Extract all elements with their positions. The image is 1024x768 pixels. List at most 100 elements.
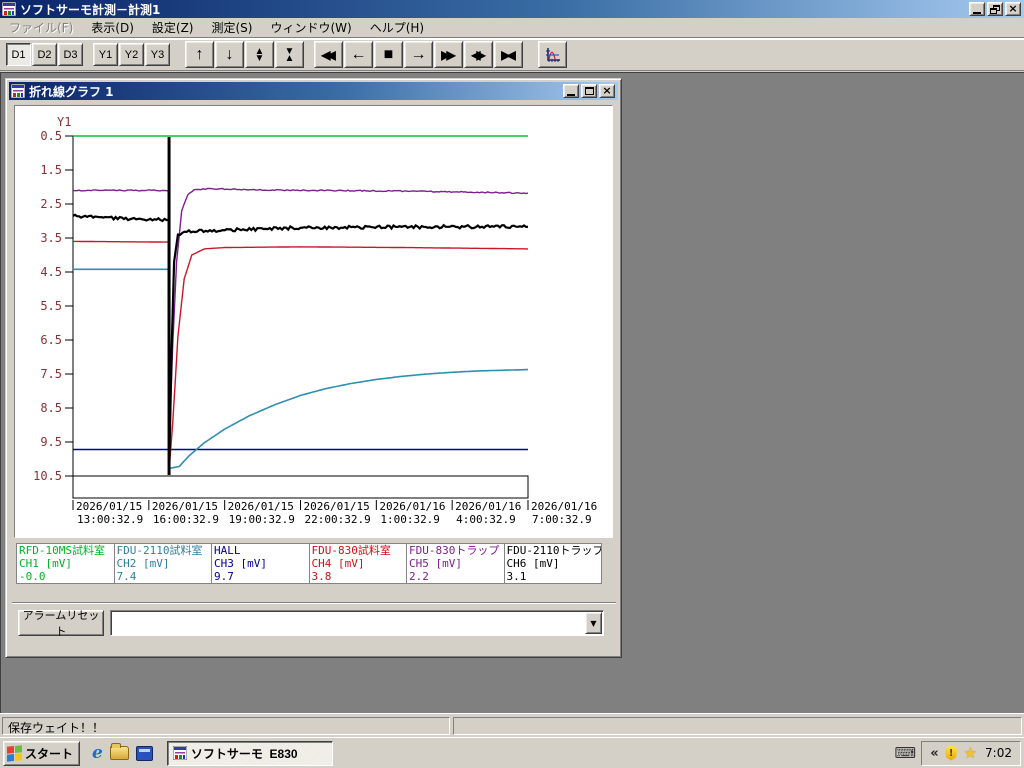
stop-icon: ■ [383,45,394,63]
menu-window[interactable]: ウィンドウ(W) [261,17,360,38]
combobox-dropdown-button[interactable]: ▼ [585,612,602,634]
svg-text:2026/01/15: 2026/01/15 [228,500,294,513]
channel-name: HALL [214,544,241,557]
taskbar: スタート e ソフトサーモ E830 ⌨ « ! ★ 7:02 [0,737,1024,768]
svg-text:8.5: 8.5 [40,401,62,415]
scroll-down-button[interactable]: ↓ [215,41,244,68]
right-arrow-icon: → [410,45,427,63]
toolbar: D1 D2 D3 Y1 Y2 Y3 ↑ ↓ ▲ ▼ ▼ ▲ ◀◀ ← ■ → ▶▶ … [0,39,1024,71]
expand-y-icon: ▲ ▼ [254,45,265,64]
toolbar-y3-button[interactable]: Y3 [145,43,170,66]
star-icon[interactable]: ★ [964,744,977,762]
task-app-icon [172,746,187,760]
svg-text:4.5: 4.5 [40,265,62,279]
channel-value: 2.2 [409,570,429,583]
menu-settings[interactable]: 設定(Z) [143,17,203,38]
statusbar: 保存ウェイト！！ [0,713,1024,737]
show-desktop-icon[interactable] [109,743,129,760]
svg-text:19:00:32.9: 19:00:32.9 [229,513,295,526]
zoom-in-x-button[interactable]: ▶◀ [494,41,523,68]
menu-file[interactable]: ファイル(F) [0,17,82,38]
restore-button[interactable] [987,2,1003,16]
compress-y-button[interactable]: ▼ ▲ [275,41,304,68]
system-tray: ⌨ « ! ★ 7:02 [895,740,1021,766]
svg-text:Y1: Y1 [57,115,71,129]
svg-text:3.5: 3.5 [40,231,62,245]
step-forward-button[interactable]: → [404,41,433,68]
alarm-reset-button[interactable]: アラームリセット [18,610,104,638]
keyboard-icon[interactable]: ⌨ [895,744,917,762]
menu-view[interactable]: 表示(D) [82,17,143,38]
channel-label: CH5 [mV] [409,557,462,570]
close-icon: × [602,84,612,97]
main-titlebar: ソフトサーモ計測－計測1 × [0,0,1024,18]
task-label: ソフトサーモ E830 [190,746,298,761]
toolbar-d2-button[interactable]: D2 [32,43,57,66]
zoom-in-x-icon: ▶◀ [501,47,516,62]
channel-value: -0.0 [19,570,46,583]
channel-cell-ch6: FDU-2110トラップ CH6 [mV] 3.1 [504,544,601,583]
channel-value: 9.7 [214,570,234,583]
toolbar-y1-button[interactable]: Y1 [93,43,118,66]
svg-text:2026/01/15: 2026/01/15 [304,500,370,513]
toolbar-d1-button[interactable]: D1 [6,43,31,66]
rewind-icon: ◀◀ [321,47,336,62]
svg-text:13:00:32.9: 13:00:32.9 [77,513,143,526]
left-arrow-icon: ← [350,45,367,63]
graph-view-button[interactable] [538,41,567,68]
compress-y-icon: ▼ ▲ [284,45,295,64]
mdi-area: 折れ線グラフ 1 × Y1 0.5 1.5 2.5 3.5 4.5 5.5 6.5 7.5 8.5… [0,72,1024,713]
tray-panel: « ! ★ 7:02 [921,740,1021,766]
channel-label: CH3 [mV] [214,557,267,570]
chart-icon [545,47,560,62]
step-back-button[interactable]: ← [344,41,373,68]
minimize-button[interactable] [969,2,985,16]
channel-label: CH6 [mV] [506,557,560,570]
graph-minimize-button[interactable] [563,84,579,98]
graph-window-icon [11,84,25,98]
svg-text:2.5: 2.5 [40,197,62,211]
svg-text:1.5: 1.5 [40,163,62,177]
stop-button[interactable]: ■ [374,41,403,68]
menu-measure[interactable]: 測定(S) [202,17,261,38]
zoom-out-x-button[interactable]: ◀▶ [464,41,493,68]
graph-window-title: 折れ線グラフ 1 [29,84,114,99]
separator [12,602,616,604]
svg-text:10.5: 10.5 [33,469,62,483]
alarm-combobox[interactable]: ▼ [110,610,604,636]
toolbar-y2-button[interactable]: Y2 [119,43,144,66]
channel-value: 3.8 [311,570,332,583]
down-arrow-icon: ↓ [225,45,234,63]
menu-help[interactable]: ヘルプ(H) [361,17,433,38]
channel-cell-ch2: FDU-2110試料室 CH2 [mV] 7.4 [114,544,211,583]
channel-cell-ch4: FDU-830試料室 CH4 [mV] 3.8 [309,544,406,583]
chevron-down-icon: ▼ [590,618,597,628]
svg-text:6.5: 6.5 [40,333,62,347]
windows-logo-icon [7,744,22,762]
scroll-up-button[interactable]: ↑ [185,41,214,68]
rewind-button[interactable]: ◀◀ [314,41,343,68]
outlook-icon[interactable] [135,745,153,761]
channel-name: FDU-830試料室 [311,544,391,557]
svg-text:7.5: 7.5 [40,367,62,381]
graph-maximize-button[interactable] [581,84,597,98]
start-label: スタート [25,746,74,761]
task-button-softthermo[interactable]: ソフトサーモ E830 [166,740,333,766]
svg-text:1:00:32.9: 1:00:32.9 [380,513,440,526]
tray-chevron-button[interactable]: « [930,746,938,761]
close-button[interactable]: × [1005,2,1021,16]
svg-text:16:00:32.9: 16:00:32.9 [153,513,219,526]
start-button[interactable]: スタート [3,740,81,766]
svg-text:0.5: 0.5 [40,129,62,143]
line-chart: Y10.5 1.5 2.5 3.5 4.5 5.5 6.5 7.5 8.5 9.5 10.5 2026… [33,115,597,526]
toolbar-d3-button[interactable]: D3 [58,43,83,66]
internet-explorer-icon[interactable]: e [92,743,103,763]
status-panel-secondary [453,717,1022,735]
svg-text:2026/01/15: 2026/01/15 [76,500,142,513]
graph-close-button[interactable]: × [599,84,615,98]
channel-name: RFD-10MS試料室 [19,544,105,557]
fast-forward-button[interactable]: ▶▶ [434,41,463,68]
status-message: 保存ウェイト！！ [2,717,450,735]
security-shield-icon[interactable]: ! [944,745,958,761]
expand-y-button[interactable]: ▲ ▼ [245,41,274,68]
